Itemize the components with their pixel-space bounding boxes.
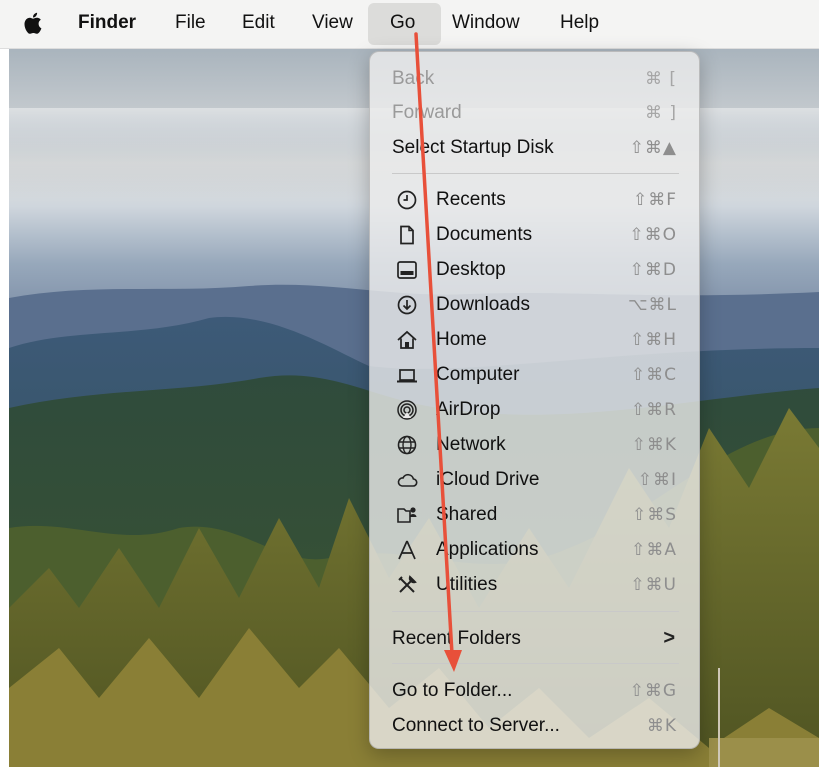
- menu-window[interactable]: Window: [440, 0, 532, 46]
- shortcut: ⌘K: [646, 716, 677, 736]
- menu-item-label: Utilities: [436, 574, 498, 595]
- menu-item-label: Desktop: [436, 259, 506, 280]
- clock-icon: [397, 190, 417, 210]
- menu-item-label: Recents: [436, 189, 506, 210]
- shortcut: ⇧⌘C: [630, 365, 677, 385]
- home-icon: [397, 330, 417, 349]
- menu-item-label: Select Startup Disk: [392, 137, 554, 158]
- document-icon: [400, 225, 414, 245]
- shortcut: ⇧⌘K: [631, 435, 677, 455]
- menu-go[interactable]: Go: [368, 3, 441, 45]
- download-icon: [397, 295, 417, 315]
- cloud-icon: [397, 473, 418, 487]
- go-menu-dropdown: Back ⌘ [ Forward ⌘ ] Select Startup Disk…: [369, 51, 700, 749]
- menu-item-label: Computer: [436, 364, 520, 385]
- shortcut: ⇧⌘I: [637, 470, 677, 490]
- shortcut: ⇧⌘F: [632, 190, 677, 210]
- menu-item-airdrop[interactable]: AirDrop ⇧⌘R: [370, 393, 699, 427]
- menu-item-network[interactable]: Network ⇧⌘K: [370, 428, 699, 462]
- menu-item-shared[interactable]: Shared ⇧⌘S: [370, 498, 699, 532]
- menu-item-documents[interactable]: Documents ⇧⌘O: [370, 218, 699, 252]
- shared-folder-icon: [397, 507, 417, 523]
- shortcut: ⌘ [: [644, 69, 677, 89]
- menu-help[interactable]: Help: [548, 0, 611, 46]
- menu-item-label: Shared: [436, 504, 498, 525]
- menu-item-label: Connect to Server...: [392, 715, 560, 736]
- menu-item-label: Forward: [392, 102, 462, 123]
- menu-item-applications[interactable]: Applications ⇧⌘A: [370, 533, 699, 567]
- utilities-icon: [398, 575, 417, 593]
- apple-menu[interactable]: [14, 0, 52, 46]
- menu-bar: Finder File Edit View Go Window Help: [0, 0, 819, 49]
- menu-item-label: AirDrop: [436, 399, 501, 420]
- shortcut: ⇧⌘O: [629, 225, 677, 245]
- menu-item-label: iCloud Drive: [436, 469, 540, 490]
- menu-separator: [392, 663, 679, 664]
- menu-item-forward: Forward ⌘ ]: [370, 96, 699, 130]
- menu-item-back: Back ⌘ [: [370, 62, 699, 96]
- globe-icon: [397, 435, 417, 455]
- chevron-right-icon: >: [663, 627, 675, 649]
- menu-item-recent-folders[interactable]: Recent Folders >: [370, 622, 699, 656]
- apple-logo-icon: [24, 12, 42, 34]
- airdrop-icon: [397, 400, 417, 420]
- menu-item-label: Recent Folders: [392, 628, 521, 649]
- menu-item-recents[interactable]: Recents ⇧⌘F: [370, 183, 699, 217]
- shortcut: ⇧⌘R: [630, 400, 677, 420]
- app-menu-finder[interactable]: Finder: [66, 0, 148, 46]
- shortcut: ⇧⌘G: [629, 681, 677, 701]
- shortcut: ⇧⌘▲: [629, 138, 677, 158]
- shortcut: ⇧⌘A: [631, 540, 677, 560]
- menu-item-computer[interactable]: Computer ⇧⌘C: [370, 358, 699, 392]
- desktop-icon: [397, 261, 417, 279]
- shortcut: ⇧⌘H: [629, 330, 677, 350]
- menu-separator: [392, 173, 679, 174]
- menu-item-label: Back: [392, 68, 435, 89]
- menu-item-connect-to-server[interactable]: Connect to Server... ⌘K: [370, 709, 699, 743]
- menu-item-downloads[interactable]: Downloads ⌥⌘L: [370, 288, 699, 322]
- shortcut: ⇧⌘S: [631, 505, 677, 525]
- shortcut: ⌥⌘L: [627, 295, 677, 315]
- shortcut: ⇧⌘U: [630, 575, 677, 595]
- menu-item-desktop[interactable]: Desktop ⇧⌘D: [370, 253, 699, 287]
- menu-item-go-to-folder[interactable]: Go to Folder... ⇧⌘G: [370, 674, 699, 708]
- menu-item-utilities[interactable]: Utilities ⇧⌘U: [370, 568, 699, 602]
- menu-item-label: Home: [436, 329, 487, 350]
- menu-item-icloud-drive[interactable]: iCloud Drive ⇧⌘I: [370, 463, 699, 497]
- menu-edit[interactable]: Edit: [230, 0, 287, 46]
- menu-item-home[interactable]: Home ⇧⌘H: [370, 323, 699, 357]
- laptop-icon: [397, 369, 417, 383]
- menu-item-label: Documents: [436, 224, 533, 245]
- applications-icon: [398, 540, 416, 560]
- menu-item-label: Go to Folder...: [392, 680, 513, 701]
- menu-view[interactable]: View: [300, 0, 365, 46]
- menu-item-label: Applications: [436, 539, 539, 560]
- shortcut: ⌘ ]: [644, 103, 677, 123]
- menu-file[interactable]: File: [163, 0, 218, 46]
- menu-item-label: Downloads: [436, 294, 530, 315]
- shortcut: ⇧⌘D: [629, 260, 677, 280]
- menu-item-label: Network: [436, 434, 506, 455]
- menu-separator: [392, 611, 679, 612]
- menu-item-select-startup-disk[interactable]: Select Startup Disk ⇧⌘▲: [370, 131, 699, 165]
